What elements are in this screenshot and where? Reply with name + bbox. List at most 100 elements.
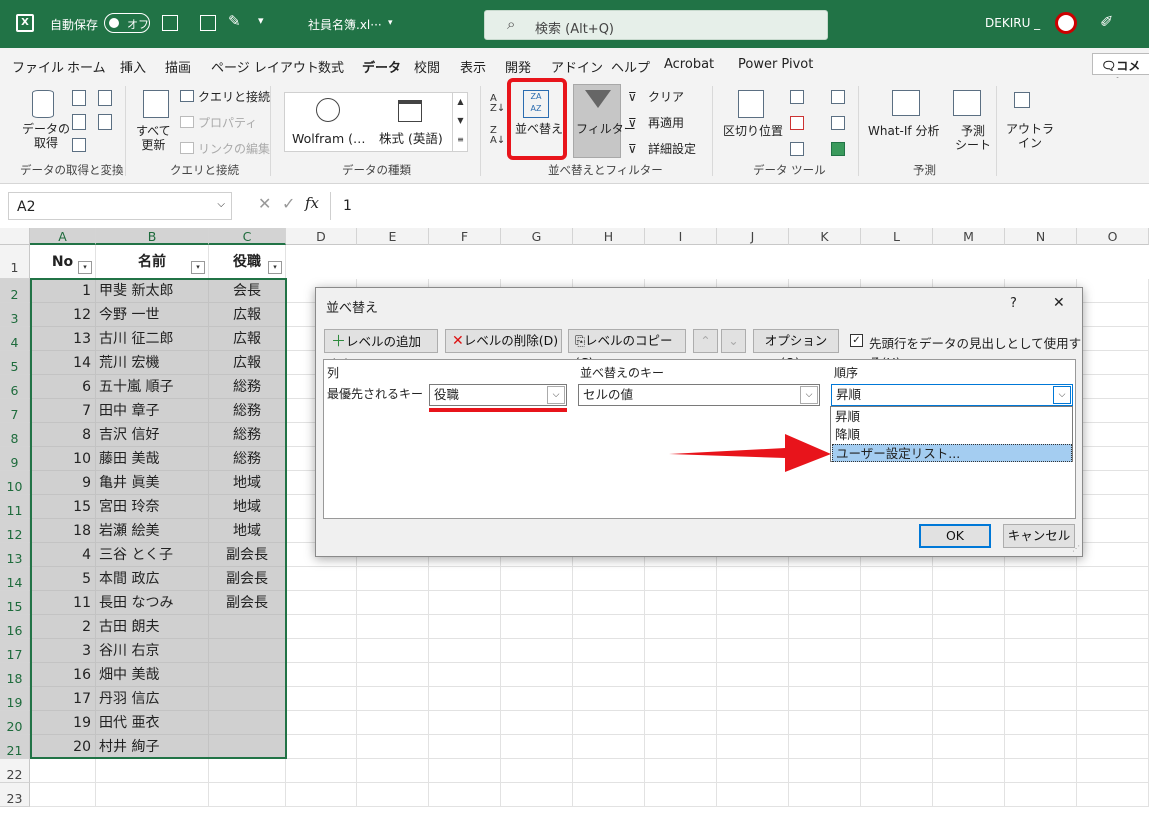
- row-header-16[interactable]: 16: [0, 615, 30, 639]
- cell[interactable]: [1077, 711, 1149, 735]
- remove-duplicates-icon[interactable]: [790, 116, 804, 130]
- row-header-17[interactable]: 17: [0, 639, 30, 663]
- name-box[interactable]: A2 ⌵: [8, 192, 232, 220]
- cell[interactable]: [717, 735, 789, 759]
- sort-button[interactable]: 並べ替え: [515, 122, 563, 136]
- row-header-5[interactable]: 5: [0, 351, 30, 375]
- row-header-9[interactable]: 9: [0, 447, 30, 471]
- cell[interactable]: [1077, 351, 1149, 375]
- cell[interactable]: [789, 735, 861, 759]
- brush-icon[interactable]: ✎: [228, 12, 241, 30]
- customize-qat-icon[interactable]: ▾: [258, 14, 264, 27]
- cell[interactable]: [861, 567, 933, 591]
- text-to-columns-button[interactable]: 区切り位置: [723, 124, 783, 138]
- tab-draw[interactable]: 描画: [165, 57, 191, 76]
- cell[interactable]: [861, 663, 933, 687]
- dialog-help-button[interactable]: ?: [1010, 296, 1017, 311]
- confirm-formula-icon[interactable]: ✓: [282, 194, 295, 213]
- cell-role[interactable]: 会長: [209, 279, 286, 303]
- whatif-button[interactable]: What-If 分析: [868, 124, 939, 138]
- cell-name[interactable]: 本間 政広: [96, 567, 209, 591]
- cell[interactable]: [501, 687, 573, 711]
- cell[interactable]: [573, 567, 645, 591]
- cell-no[interactable]: 18: [30, 519, 96, 543]
- cell[interactable]: [429, 783, 501, 807]
- cell-no[interactable]: 16: [30, 663, 96, 687]
- cell[interactable]: [501, 615, 573, 639]
- select-all-corner[interactable]: [0, 228, 30, 245]
- flash-fill-icon[interactable]: [790, 90, 804, 104]
- cell-no[interactable]: 13: [30, 327, 96, 351]
- cell-role[interactable]: [209, 735, 286, 759]
- tab-developer[interactable]: 開発: [505, 57, 531, 76]
- order-select[interactable]: 昇順 ⌵: [831, 384, 1073, 406]
- move-up-button[interactable]: ⌃: [693, 329, 718, 353]
- row-header-13[interactable]: 13: [0, 543, 30, 567]
- cell[interactable]: [1077, 471, 1149, 495]
- cell[interactable]: [717, 615, 789, 639]
- cell[interactable]: [861, 735, 933, 759]
- cell-name[interactable]: 田代 亜衣: [96, 711, 209, 735]
- cell[interactable]: [1077, 567, 1149, 591]
- cell[interactable]: [1077, 759, 1149, 783]
- cell[interactable]: [1005, 759, 1077, 783]
- cell[interactable]: [645, 567, 717, 591]
- consolidate-icon[interactable]: [831, 90, 845, 104]
- cell[interactable]: [645, 735, 717, 759]
- order-option-custom-list[interactable]: ユーザー設定リスト...: [832, 444, 1072, 462]
- order-option-ascending[interactable]: 昇順: [832, 408, 1072, 426]
- cell[interactable]: [861, 783, 933, 807]
- cell[interactable]: [357, 567, 429, 591]
- row-header-1[interactable]: 1: [0, 245, 30, 279]
- cell-name[interactable]: 長田 なつみ: [96, 591, 209, 615]
- cell-no[interactable]: 15: [30, 495, 96, 519]
- cell-role[interactable]: 副会長: [209, 591, 286, 615]
- cell[interactable]: [573, 639, 645, 663]
- column-header-b[interactable]: B: [96, 228, 209, 245]
- cell[interactable]: [501, 663, 573, 687]
- cell[interactable]: [789, 615, 861, 639]
- user-name[interactable]: DEKIRU _: [985, 16, 1040, 30]
- cell[interactable]: [789, 567, 861, 591]
- filter-dropdown-icon[interactable]: ▾: [191, 261, 205, 274]
- filter-dropdown-icon[interactable]: ▾: [78, 261, 92, 274]
- column-header-k[interactable]: K: [789, 228, 861, 245]
- cell[interactable]: [501, 735, 573, 759]
- sort-za-icon[interactable]: Z A↓: [490, 126, 505, 146]
- get-data-button[interactable]: データの 取得: [22, 122, 70, 150]
- cell-name[interactable]: 古田 朗夫: [96, 615, 209, 639]
- forecast-sheet-button[interactable]: 予測 シート: [955, 124, 991, 152]
- cell[interactable]: [573, 783, 645, 807]
- cell-name[interactable]: 谷川 右京: [96, 639, 209, 663]
- cell[interactable]: [717, 711, 789, 735]
- search-box[interactable]: ⌕ 検索 (Alt+Q): [484, 10, 828, 40]
- row-header-14[interactable]: 14: [0, 567, 30, 591]
- cell[interactable]: [429, 663, 501, 687]
- cell[interactable]: [933, 783, 1005, 807]
- row-header-20[interactable]: 20: [0, 711, 30, 735]
- cell[interactable]: [96, 759, 209, 783]
- cell[interactable]: [933, 759, 1005, 783]
- cell-no[interactable]: 8: [30, 423, 96, 447]
- row-header-6[interactable]: 6: [0, 375, 30, 399]
- header-checkbox[interactable]: ✓: [850, 334, 863, 347]
- order-option-descending[interactable]: 降順: [832, 426, 1072, 444]
- cell-no[interactable]: 11: [30, 591, 96, 615]
- cell[interactable]: [501, 591, 573, 615]
- cell[interactable]: [209, 783, 286, 807]
- cell-name[interactable]: 宮田 玲奈: [96, 495, 209, 519]
- cell[interactable]: [357, 759, 429, 783]
- pen-icon[interactable]: ✐: [1100, 12, 1113, 31]
- cell[interactable]: [501, 711, 573, 735]
- chevron-down-icon[interactable]: ⌵: [1053, 386, 1071, 404]
- cell-role[interactable]: 総務: [209, 447, 286, 471]
- cell[interactable]: [1005, 687, 1077, 711]
- cell-no[interactable]: 2: [30, 615, 96, 639]
- cell[interactable]: [30, 759, 96, 783]
- cell[interactable]: [717, 687, 789, 711]
- cell-role[interactable]: 副会長: [209, 567, 286, 591]
- tab-acrobat[interactable]: Acrobat: [664, 57, 714, 72]
- cell[interactable]: [789, 783, 861, 807]
- cell[interactable]: [645, 615, 717, 639]
- row-header-21[interactable]: 21: [0, 735, 30, 759]
